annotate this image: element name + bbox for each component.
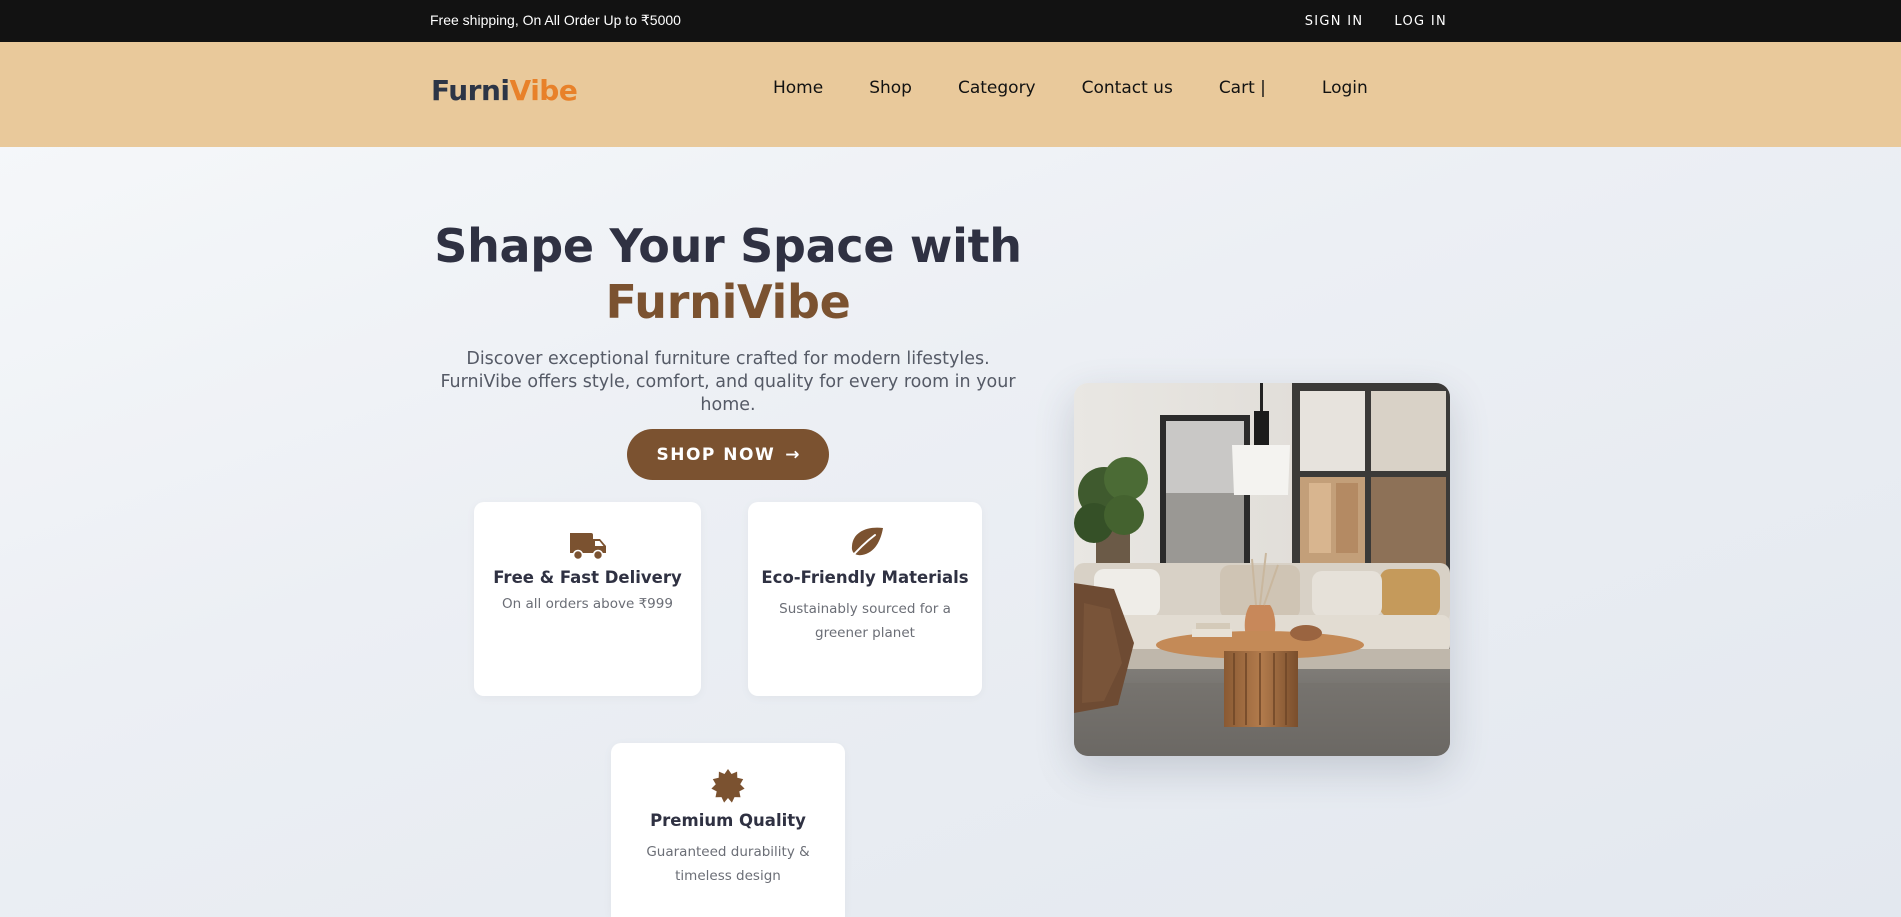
announcement-bar: Free shipping, On All Order Up to ₹5000 … [0, 0, 1901, 42]
shop-now-button[interactable]: SHOP NOW → [627, 429, 829, 480]
leaf-icon [848, 527, 883, 561]
feature-card-quality: Premium Quality Guaranteed durability & … [611, 743, 845, 917]
feature-card-eco: Eco-Friendly Materials Sustainably sourc… [748, 502, 982, 696]
nav-contact[interactable]: Contact us [1082, 78, 1173, 98]
hero-title-main: Shape Your Space with [434, 219, 1022, 273]
arrow-right-icon: → [785, 444, 800, 465]
primary-nav: Home Shop Category Contact us Cart | Log… [773, 78, 1414, 98]
log-in-link[interactable]: LOG IN [1394, 14, 1447, 29]
logo-part-1: Furni [431, 74, 510, 107]
feature-title: Free & Fast Delivery [493, 568, 682, 587]
site-logo[interactable]: FurniVibe [431, 74, 578, 107]
feature-card-delivery: Free & Fast Delivery On all orders above… [474, 502, 701, 696]
auth-links: SIGN IN LOG IN [1305, 14, 1447, 29]
feature-title: Eco-Friendly Materials [761, 568, 969, 587]
sign-in-link[interactable]: SIGN IN [1305, 14, 1364, 29]
feature-text: Guaranteed durability & timeless design [646, 844, 810, 884]
nav-login[interactable]: Login [1322, 78, 1368, 98]
nav-shop[interactable]: Shop [869, 78, 912, 98]
hero-title: Shape Your Space with FurniVibe [428, 218, 1028, 330]
hero-title-brand: FurniVibe [605, 275, 851, 329]
nav-cart[interactable]: Cart | [1219, 78, 1266, 98]
hero-living-room-image [1074, 383, 1450, 756]
feature-text: On all orders above ₹999 [502, 596, 673, 612]
badge-icon [711, 769, 745, 803]
main-navbar: FurniVibe Home Shop Category Contact us … [0, 42, 1901, 147]
shipping-notice: Free shipping, On All Order Up to ₹5000 [430, 12, 681, 28]
nav-category[interactable]: Category [958, 78, 1036, 98]
hero-description: Discover exceptional furniture crafted f… [440, 349, 1016, 415]
feature-title: Premium Quality [650, 811, 806, 830]
living-room-illustration [1074, 383, 1450, 756]
nav-home[interactable]: Home [773, 78, 823, 98]
truck-icon [569, 533, 606, 561]
feature-text: Sustainably sourced for a greener planet [779, 601, 951, 641]
shop-now-label: SHOP NOW [656, 444, 776, 465]
logo-part-2: Vibe [509, 74, 578, 107]
